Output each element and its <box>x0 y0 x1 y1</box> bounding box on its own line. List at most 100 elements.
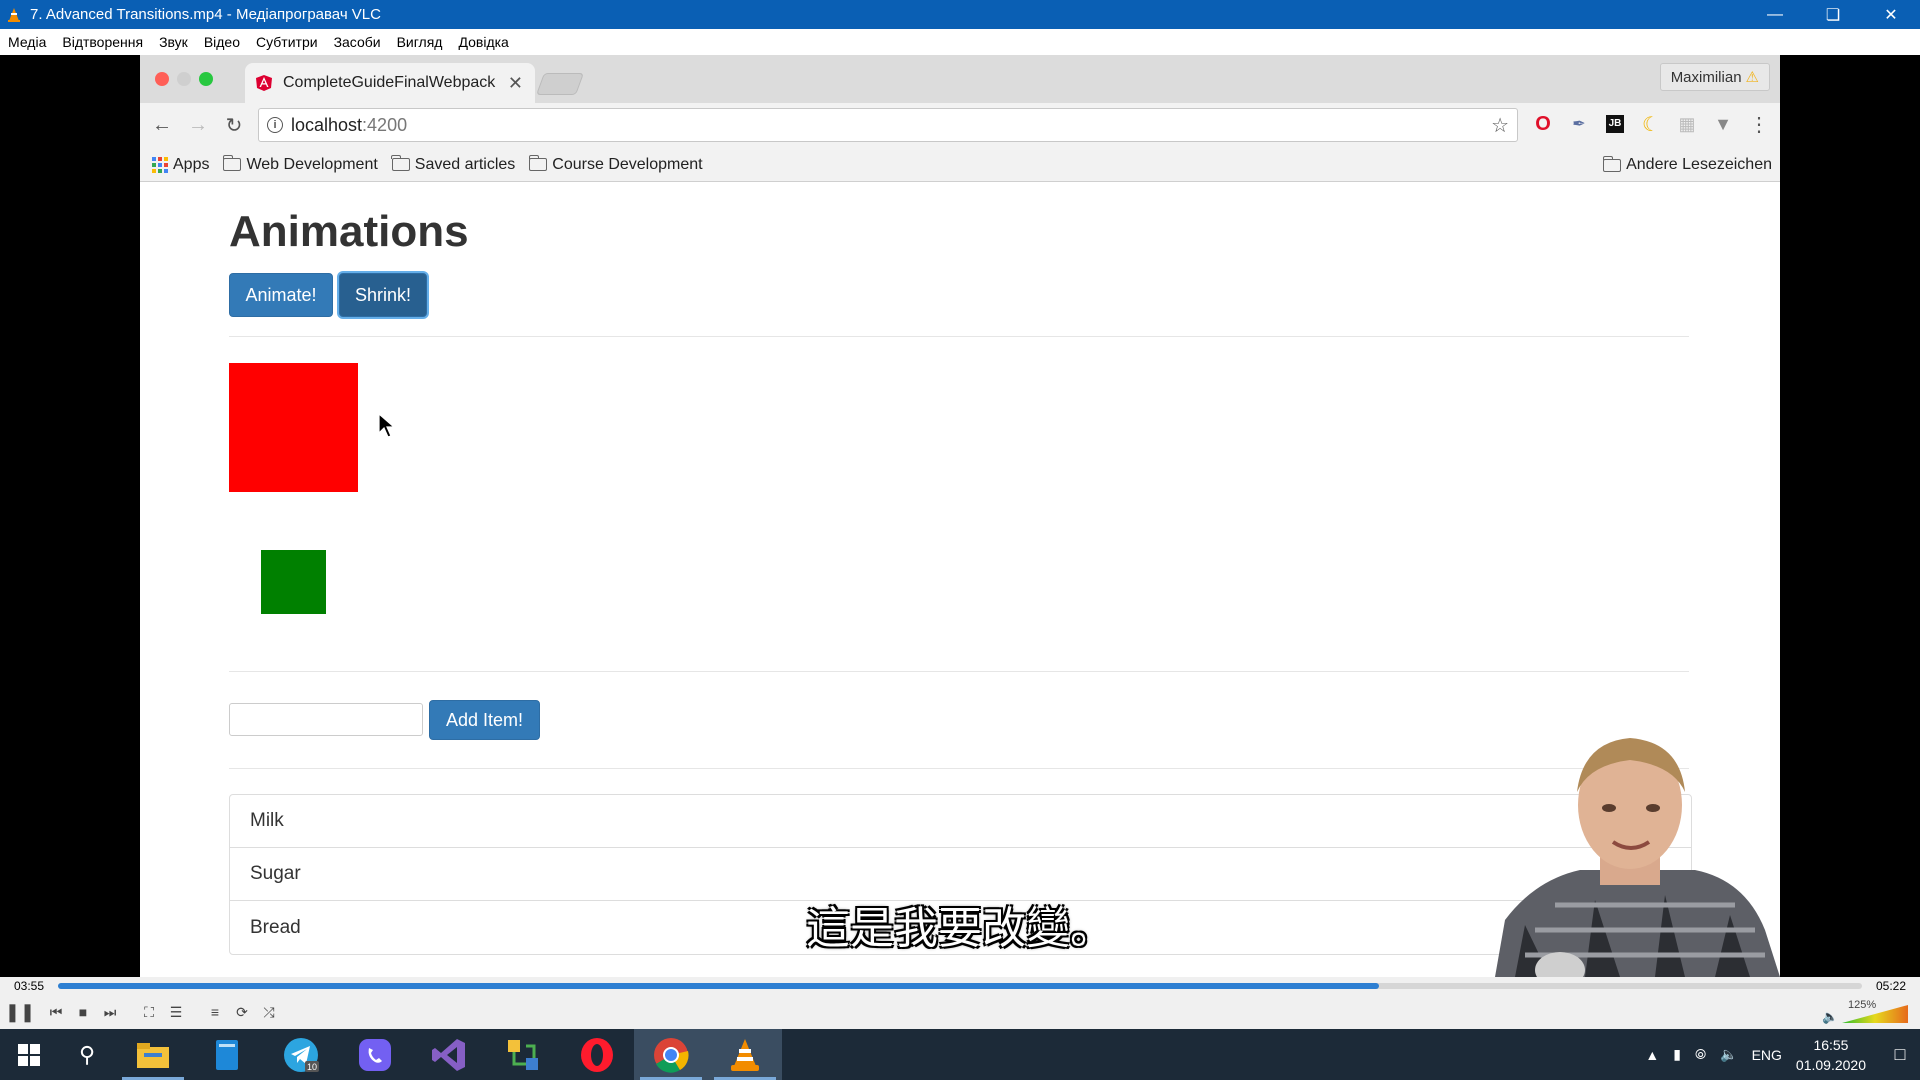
bookmark-label: Course Development <box>552 155 703 173</box>
playback-controls: ❚❚ ⏮ ■ ⏭ ⛶ ☰ ≡ ⟳ ⤮ 🔈 125% <box>0 995 1920 1029</box>
shrink-button: Shrink! <box>339 273 427 317</box>
menu-playback[interactable]: Відтворення <box>62 34 143 50</box>
loop-button[interactable]: ⟳ <box>230 1000 254 1024</box>
bookmark-saved-articles: Saved articles <box>391 155 516 174</box>
browser-tab: CompleteGuideFinalWebpack ✕ <box>245 63 535 103</box>
speaker-icon: 🔈 <box>1822 1009 1839 1024</box>
minimize-button[interactable]: — <box>1746 0 1804 29</box>
playlist-button[interactable]: ≡ <box>203 1000 227 1024</box>
maximize-traffic-light <box>199 72 213 86</box>
previous-button[interactable]: ⏮ <box>44 1000 68 1024</box>
file-explorer-app[interactable] <box>116 1029 190 1080</box>
pause-button[interactable]: ❚❚ <box>5 1000 35 1024</box>
volume-percent: 125% <box>1848 999 1877 1011</box>
folder-app-icon <box>137 1042 169 1068</box>
shuffle-button[interactable]: ⤮ <box>257 1000 281 1024</box>
chrome-app[interactable] <box>634 1029 708 1080</box>
menu-video[interactable]: Відео <box>204 34 240 50</box>
telegram-badge: 10 <box>307 1062 317 1072</box>
stop-button[interactable]: ■ <box>71 1000 95 1024</box>
seek-slider[interactable] <box>58 983 1862 989</box>
telegram-icon: 10 <box>284 1037 319 1072</box>
menu-media[interactable]: Медіа <box>8 34 46 50</box>
folder-icon <box>1602 155 1622 172</box>
speaker-icon[interactable]: 🔈 <box>1720 1046 1737 1063</box>
bookmark-star-icon: ☆ <box>1491 115 1509 137</box>
opera-app[interactable] <box>560 1029 634 1080</box>
fullscreen-button[interactable]: ⛶ <box>137 1000 161 1024</box>
angular-icon <box>256 75 272 91</box>
profile-name: Maximilian <box>1670 68 1742 86</box>
recorded-browser-window: CompleteGuideFinalWebpack ✕ Maximilian ⚠… <box>140 55 1780 977</box>
window-title: 7. Advanced Transitions.mp4 - Медіапрогр… <box>30 6 381 23</box>
url-host: localhost <box>291 114 363 135</box>
grid-extension-icon: ▦ <box>1678 113 1696 134</box>
vlc-menubar: Медіа Відтворення Звук Відео Субтитри За… <box>0 29 1920 55</box>
visual-studio-app[interactable] <box>412 1029 486 1080</box>
volume-slider[interactable]: 🔈 125% <box>1822 999 1912 1025</box>
tray-expand-icon[interactable]: ▲ <box>1645 1047 1659 1063</box>
menu-view[interactable]: Вигляд <box>397 34 443 50</box>
list-item: Milk <box>230 795 1691 848</box>
diagram-app[interactable] <box>486 1029 560 1080</box>
eyedropper-extension-icon: ✒ <box>1572 116 1586 133</box>
page-heading: Animations <box>229 207 469 256</box>
menu-audio[interactable]: Звук <box>159 34 188 50</box>
add-item-button: Add Item! <box>429 700 540 740</box>
elapsed-time: 03:55 <box>13 979 45 993</box>
system-tray: ▲ ▮ ⦾ 🔈 ENG 16:55 01.09.2020 □ <box>1645 1029 1920 1080</box>
mouse-cursor-icon <box>378 413 396 438</box>
bookmark-other: Andere Lesezeichen <box>1602 155 1772 174</box>
apps-grid-icon <box>152 156 168 173</box>
windows-taskbar: ⚲ 10 ▲ ▮ ⦾ 🔈 ENG 16:55 01.09.2020 □ <box>0 1029 1920 1080</box>
folder-icon <box>391 155 410 171</box>
opera-icon <box>581 1037 613 1072</box>
start-button[interactable] <box>0 1029 58 1080</box>
notes-app[interactable] <box>190 1029 264 1080</box>
bookmark-label: Apps <box>173 155 210 173</box>
clock[interactable]: 16:55 01.09.2020 <box>1796 1035 1866 1075</box>
menu-subtitles[interactable]: Субтитри <box>256 34 318 50</box>
vue-extension-icon: ▼ <box>1714 113 1732 134</box>
viber-icon <box>359 1038 391 1071</box>
restore-button[interactable]: ❏ <box>1804 0 1862 29</box>
animate-button: Animate! <box>229 273 333 317</box>
input-language[interactable]: ENG <box>1752 1047 1782 1063</box>
menu-help[interactable]: Довідка <box>458 34 508 50</box>
opera-extension-icon: O <box>1535 112 1551 135</box>
profile-badge: Maximilian ⚠ <box>1659 63 1770 91</box>
animated-red-square <box>229 363 358 492</box>
moon-extension-icon: ☾ <box>1642 113 1660 136</box>
close-button[interactable]: ✕ <box>1862 0 1920 29</box>
book-app-icon <box>216 1039 238 1070</box>
bookmark-apps: Apps <box>152 156 209 174</box>
chrome-menu-icon: ⋮ <box>1749 113 1769 136</box>
tab-title: CompleteGuideFinalWebpack <box>283 74 496 91</box>
viber-app[interactable] <box>338 1029 412 1080</box>
menu-tools[interactable]: Засоби <box>334 34 381 50</box>
vlc-app[interactable] <box>708 1029 782 1080</box>
reload-icon: ↻ <box>225 115 243 137</box>
vlc-cone-icon <box>8 7 20 22</box>
bookmark-label: Saved articles <box>414 155 516 173</box>
video-area[interactable]: CompleteGuideFinalWebpack ✕ Maximilian ⚠… <box>0 55 1920 977</box>
extended-settings-button[interactable]: ☰ <box>164 1000 188 1024</box>
wifi-icon[interactable]: ⦾ <box>1695 1046 1706 1063</box>
vlc-cone-icon <box>731 1038 759 1071</box>
forward-arrow-icon: → <box>188 114 208 136</box>
divider <box>229 336 1689 337</box>
chrome-icon <box>654 1037 689 1073</box>
animated-green-square <box>261 550 326 614</box>
next-button[interactable]: ⏭ <box>98 1000 122 1024</box>
clock-time: 16:55 <box>1813 1036 1849 1053</box>
bookmark-label: Andere Lesezeichen <box>1626 156 1772 173</box>
telegram-app[interactable]: 10 <box>264 1029 338 1080</box>
notification-center-icon[interactable]: □ <box>1880 1029 1920 1080</box>
tab-close-icon: ✕ <box>507 72 523 93</box>
battery-icon[interactable]: ▮ <box>1673 1046 1681 1063</box>
visual-studio-icon <box>432 1038 465 1071</box>
search-icon[interactable]: ⚲ <box>58 1029 116 1080</box>
bookmark-web-development: Web Development <box>222 155 378 174</box>
bookmark-course-development: Course Development <box>528 155 703 174</box>
close-traffic-light <box>155 72 169 86</box>
